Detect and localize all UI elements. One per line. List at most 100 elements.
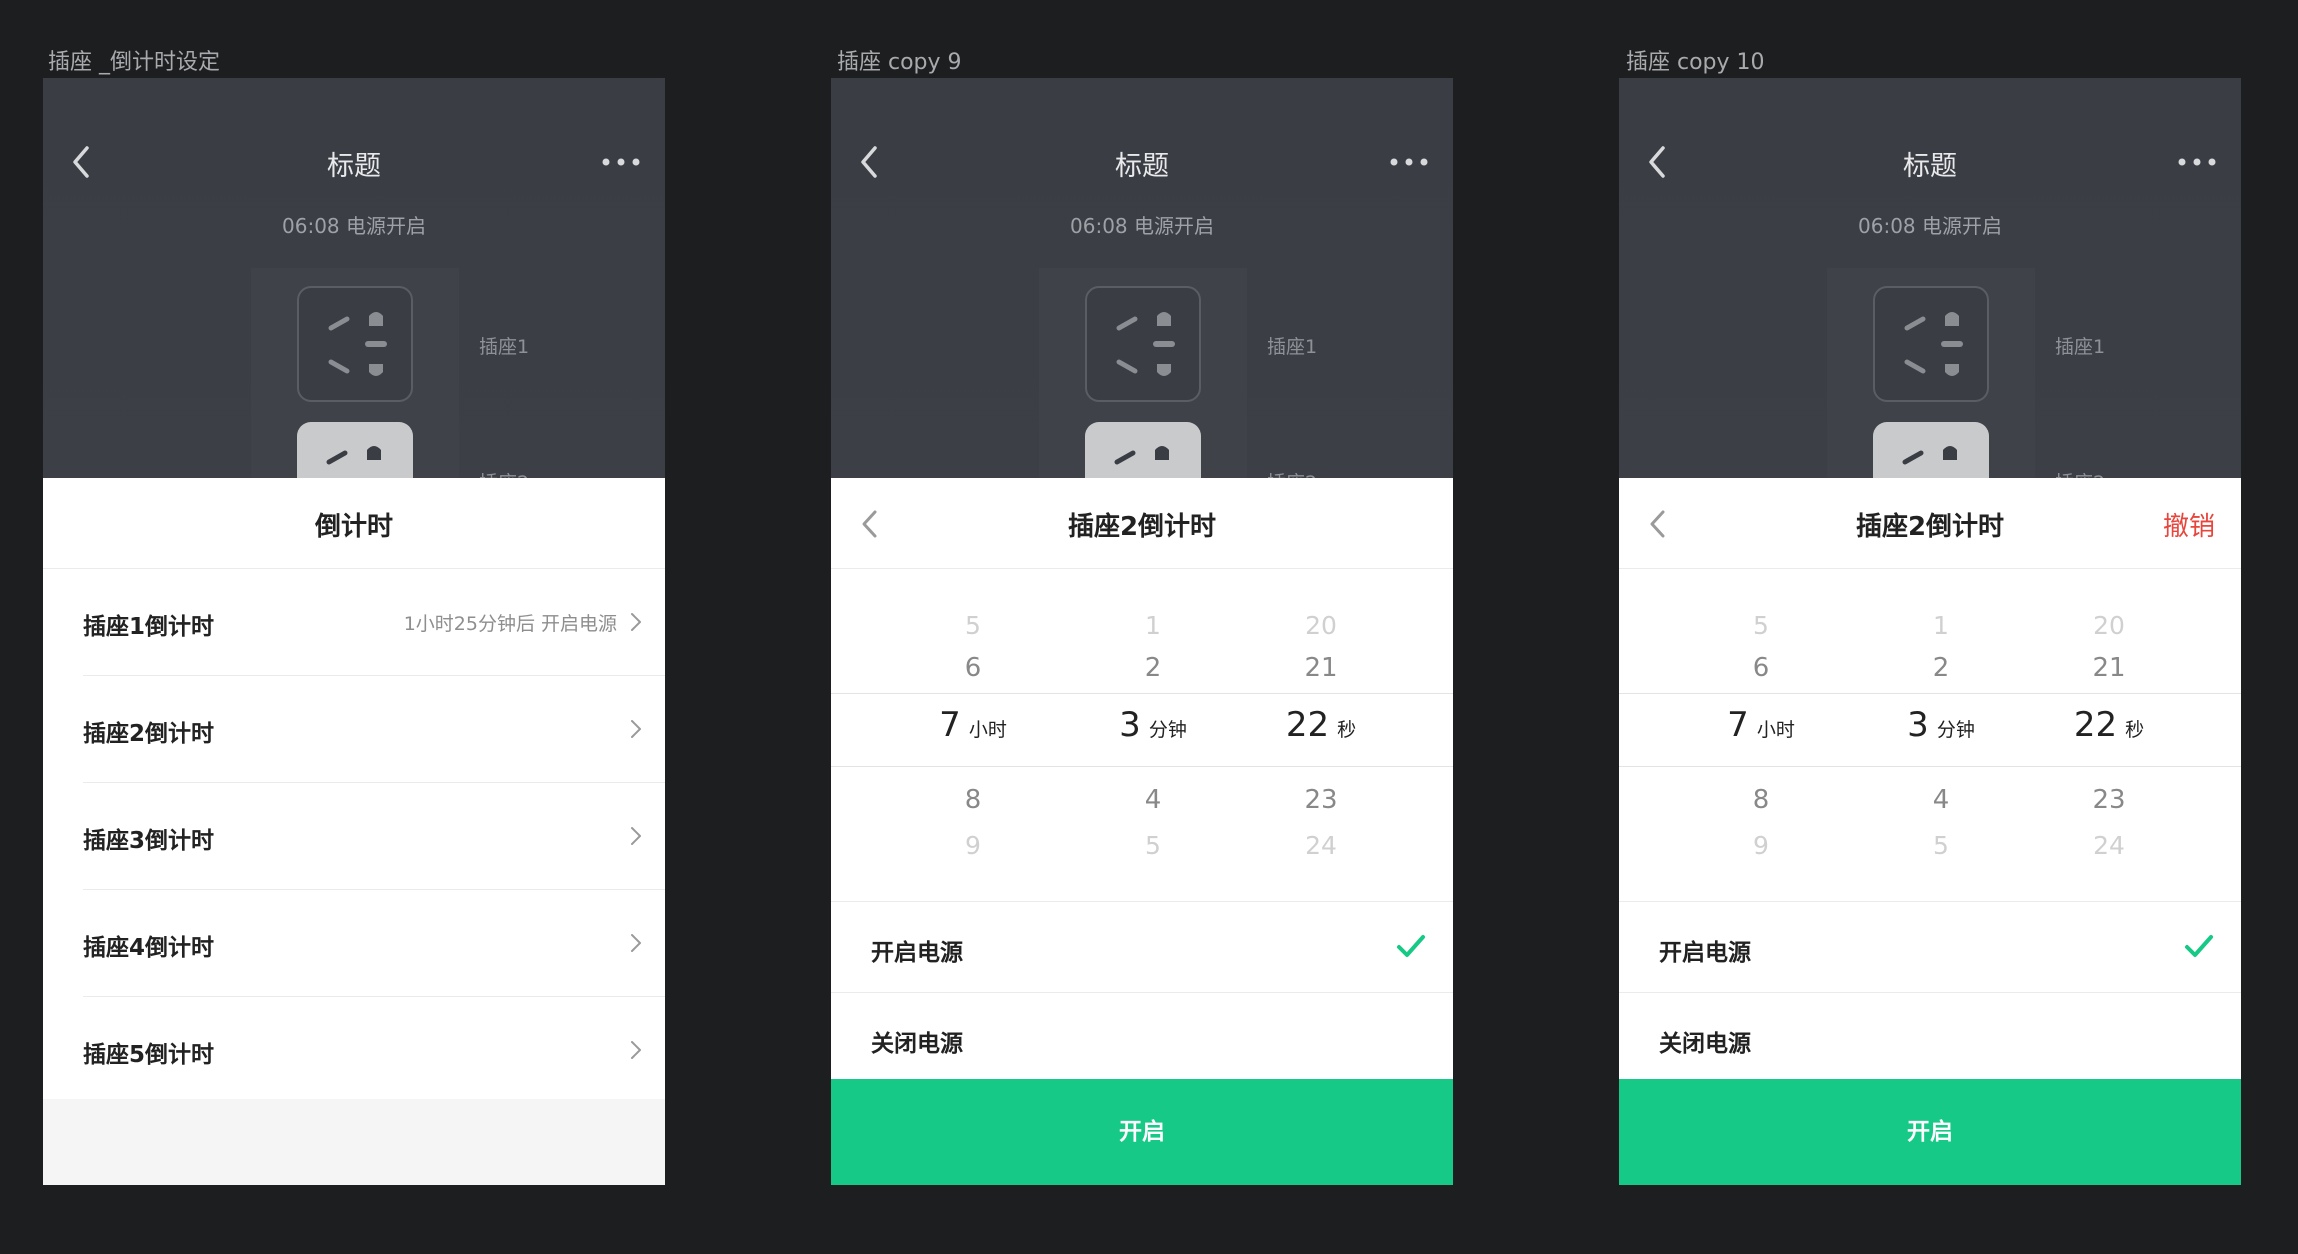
picker-option: 24 xyxy=(1305,831,1337,860)
list-item[interactable]: 插座4倒计时 xyxy=(83,890,665,997)
picker-option: 5 xyxy=(1933,831,1949,860)
socket-2[interactable] xyxy=(1873,422,1989,478)
picker-option: 2 xyxy=(1144,653,1162,683)
row-label: 插座1倒计时 xyxy=(83,614,215,640)
picker-option: 2 xyxy=(1932,653,1950,683)
picker-selected: 22 秒 xyxy=(1231,705,1411,745)
more-icon[interactable] xyxy=(601,152,641,172)
phone-screen-timer-picker: 标题 06:08 电源开启 插座1 插座2 插座2倒计时 xyxy=(831,78,1453,1185)
socket-icon xyxy=(1904,312,1963,376)
picker-option: 5 xyxy=(1145,831,1161,860)
phone-screen-timer-picker-undo: 标题 06:08 电源开启 插座1 插座2 插座2倒计时 撤销 xyxy=(1619,78,2241,1185)
option-label: 关闭电源 xyxy=(1659,1031,1751,1057)
selected-minutes: 3 xyxy=(1907,705,1929,745)
socket-label: 插座2 xyxy=(1267,468,1317,478)
chevron-right-icon xyxy=(631,827,641,845)
option-label: 关闭电源 xyxy=(871,1031,963,1057)
socket-icon xyxy=(328,312,387,376)
option-power-on[interactable]: 开启电源 xyxy=(1619,902,2241,993)
picker-option: 4 xyxy=(1932,785,1950,815)
start-button[interactable]: 开启 xyxy=(831,1079,1453,1185)
chevron-right-icon xyxy=(631,613,641,631)
hours-unit: 小时 xyxy=(1756,719,1795,741)
hours-column[interactable]: 5 6 7 小时 8 9 xyxy=(1671,569,1851,901)
picker-option: 1 xyxy=(1145,611,1161,640)
socket-label: 插座1 xyxy=(1267,336,1318,358)
hours-unit: 小时 xyxy=(968,719,1007,741)
picker-option: 24 xyxy=(2093,831,2125,860)
list-item[interactable]: 插座1倒计时 1小时25分钟后 开启电源 xyxy=(83,569,665,676)
option-label: 开启电源 xyxy=(871,940,963,966)
list-item[interactable]: 插座2倒计时 xyxy=(83,676,665,783)
check-icon xyxy=(2185,935,2213,957)
timer-sheet: 插座2倒计时 5 6 7 小时 8 9 1 2 3 分钟 4 5 20 21 22 秒 xyxy=(831,478,1453,1185)
socket-1[interactable] xyxy=(1085,286,1201,402)
picker-selected: 22 秒 xyxy=(2019,705,2199,745)
picker-option: 5 xyxy=(1753,611,1769,640)
minutes-column[interactable]: 1 2 3 分钟 4 5 xyxy=(1063,569,1243,901)
picker-option: 5 xyxy=(965,611,981,640)
row-label: 插座5倒计时 xyxy=(83,1042,215,1068)
power-status: 06:08 电源开启 xyxy=(1858,214,2002,238)
more-icon[interactable] xyxy=(1389,152,1429,172)
hours-column[interactable]: 5 6 7 小时 8 9 xyxy=(883,569,1063,901)
list-item[interactable]: 插座5倒计时 xyxy=(83,997,665,1104)
socket-2[interactable] xyxy=(297,422,413,478)
timer-sheet: 插座2倒计时 撤销 5 6 7 小时 8 9 1 2 3 分钟 4 5 20 21 xyxy=(1619,478,2241,1185)
sheet-header: 倒计时 xyxy=(43,478,665,569)
page-title: 标题 xyxy=(327,151,381,182)
sheet-header: 插座2倒计时 撤销 xyxy=(1619,478,2241,569)
socket-icon xyxy=(326,446,381,465)
option-power-on[interactable]: 开启电源 xyxy=(831,902,1453,993)
picker-option: 23 xyxy=(2092,785,2126,815)
artboard-label: 插座 copy 9 xyxy=(837,50,962,75)
minutes-unit: 分钟 xyxy=(1148,719,1187,741)
check-icon xyxy=(1397,935,1425,957)
socket-1[interactable] xyxy=(297,286,413,402)
time-picker[interactable]: 5 6 7 小时 8 9 1 2 3 分钟 4 5 20 21 22 秒 23 24 xyxy=(1619,569,2241,902)
list-item[interactable]: 插座3倒计时 xyxy=(83,783,665,890)
selected-seconds: 22 xyxy=(1285,705,1330,745)
selected-hours: 7 xyxy=(939,705,961,745)
socket-1[interactable] xyxy=(1873,286,1989,402)
socket-2[interactable] xyxy=(1085,422,1201,478)
picker-option: 20 xyxy=(2093,611,2125,640)
picker-selected: 7 小时 xyxy=(883,705,1063,745)
picker-selected: 7 小时 xyxy=(1671,705,1851,745)
option-power-off[interactable]: 关闭电源 xyxy=(831,993,1453,1083)
minutes-column[interactable]: 1 2 3 分钟 4 5 xyxy=(1851,569,2031,901)
sheet-title: 倒计时 xyxy=(314,512,393,542)
sheet-header: 插座2倒计时 xyxy=(831,478,1453,569)
picker-option: 8 xyxy=(1752,785,1770,815)
selected-hours: 7 xyxy=(1727,705,1749,745)
selected-minutes: 3 xyxy=(1119,705,1141,745)
more-icon[interactable] xyxy=(2177,152,2217,172)
picker-option: 9 xyxy=(1753,831,1769,860)
page-title: 标题 xyxy=(1115,151,1169,182)
socket-icon xyxy=(1902,446,1957,465)
undo-button[interactable]: 撤销 xyxy=(2163,506,2215,543)
artboard-label: 插座 copy 10 xyxy=(1626,50,1765,75)
picker-option: 9 xyxy=(965,831,981,860)
sheet-title: 插座2倒计时 xyxy=(1855,512,2005,542)
picker-option: 8 xyxy=(964,785,982,815)
picker-option: 4 xyxy=(1144,785,1162,815)
time-picker[interactable]: 5 6 7 小时 8 9 1 2 3 分钟 4 5 20 21 22 秒 23 24 xyxy=(831,569,1453,902)
row-label: 插座3倒计时 xyxy=(83,828,215,854)
seconds-column[interactable]: 20 21 22 秒 23 24 xyxy=(1231,569,1411,901)
seconds-column[interactable]: 20 21 22 秒 23 24 xyxy=(2019,569,2199,901)
device-header: 标题 06:08 电源开启 插座1 插座2 xyxy=(1619,78,2241,478)
option-label: 开启电源 xyxy=(1659,940,1751,966)
artboard-label: 插座 _倒计时设定 xyxy=(48,50,220,75)
picker-selected: 3 分钟 xyxy=(1063,705,1243,745)
phone-screen-countdown-list: 标题 06:08 电源开启 插座1 插座2 倒计时 插座1倒计时 xyxy=(43,78,665,1185)
option-power-off[interactable]: 关闭电源 xyxy=(1619,993,2241,1083)
start-button[interactable]: 开启 xyxy=(1619,1079,2241,1185)
minutes-unit: 分钟 xyxy=(1936,719,1975,741)
selected-seconds: 22 xyxy=(2073,705,2118,745)
chevron-right-icon xyxy=(631,1041,641,1059)
sheet-footer xyxy=(43,1099,665,1185)
row-label: 插座4倒计时 xyxy=(83,935,215,961)
chevron-right-icon xyxy=(631,934,641,952)
chevron-right-icon xyxy=(631,720,641,738)
